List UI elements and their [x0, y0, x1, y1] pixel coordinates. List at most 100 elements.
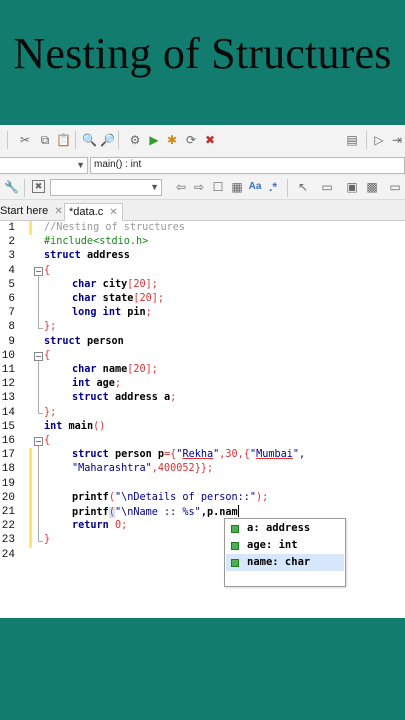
identifier: ,p.nam — [200, 507, 238, 518]
preprocessor: #include<stdio.h> — [44, 236, 149, 248]
find-icon[interactable]: 🔍 — [82, 133, 97, 147]
line-number: 5 — [8, 278, 15, 291]
fold-line-end — [38, 328, 43, 329]
line-number: 2 — [8, 236, 15, 249]
debug-run-icon[interactable]: ▷ — [372, 133, 386, 147]
settings-wrench-icon[interactable]: 🔧 — [4, 180, 19, 194]
scope-combo[interactable]: ▼ — [0, 157, 88, 174]
string: "\nName :: %s" — [114, 507, 201, 518]
autocomplete-item[interactable]: a: address — [226, 520, 344, 537]
code-line: char city[20]; — [72, 278, 158, 292]
code-line: "Maharashtra",400052}}; — [72, 462, 213, 476]
selected-text-icon[interactable]: ▦ — [230, 180, 244, 194]
line-number: 12 — [1, 378, 15, 391]
line-number: 1 — [8, 222, 15, 234]
toolbar-separator — [24, 179, 25, 197]
close-icon[interactable]: ✕ — [109, 207, 117, 218]
pointer-icon[interactable]: ↖ — [296, 180, 310, 194]
line-number: 21 — [1, 506, 15, 518]
grid-icon[interactable]: ▩ — [365, 180, 379, 194]
line-number: 14 — [1, 406, 15, 419]
fold-toggle-icon[interactable]: − — [34, 437, 43, 446]
punct: ); — [256, 491, 269, 503]
toolbar-separator — [118, 131, 119, 149]
tab-start-here[interactable]: Start here ✕ — [0, 203, 67, 220]
fold-line — [38, 361, 39, 413]
debug-window-icon[interactable]: ▤ — [345, 133, 359, 147]
line-number: 13 — [1, 392, 15, 405]
fold-toggle-icon[interactable]: − — [34, 352, 43, 361]
brace: { — [44, 264, 51, 276]
function-combo[interactable]: main() : int — [90, 157, 405, 174]
clear-search-icon[interactable]: ✖ — [32, 180, 45, 193]
autocomplete-item-label: a: address — [247, 522, 311, 534]
punct: () — [93, 420, 106, 432]
find-previous-icon[interactable]: ⇦ — [174, 180, 188, 194]
function-combo-value: main() : int — [94, 159, 142, 170]
type: char — [72, 364, 97, 375]
identifier: name — [96, 364, 128, 375]
string: Rekha — [182, 449, 214, 461]
string: "Maharashtra" — [72, 463, 152, 475]
brace: } — [44, 534, 51, 546]
block-icon[interactable]: ▭ — [320, 180, 334, 194]
punct: ]; — [151, 293, 165, 304]
number: 400052 — [157, 463, 195, 475]
keyword: struct — [72, 449, 109, 461]
line-number: 20 — [1, 491, 15, 504]
tab-data-c[interactable]: *data.c ✕ — [64, 203, 123, 221]
code-line: }; — [44, 320, 56, 334]
abort-icon[interactable]: ✖ — [203, 133, 217, 147]
autocomplete-item-label: age: int — [247, 539, 298, 551]
close-icon[interactable]: ✕ — [54, 206, 62, 217]
punct: ; — [121, 520, 128, 532]
code-line: struct person p={"Rekha",30,{"Mumbai", — [72, 448, 305, 462]
string: "\nDetails of person::" — [114, 491, 257, 503]
identifier: printf — [72, 491, 109, 503]
line-number: 16 — [1, 435, 15, 447]
build-run-icon[interactable]: ✱ — [165, 133, 179, 147]
type: int — [96, 307, 122, 319]
code-line: char name[20]; — [72, 363, 158, 377]
run-icon[interactable]: ▶ — [147, 133, 161, 147]
replace-icon[interactable]: 🔎 — [100, 133, 115, 147]
code-completion-toolbar: ▼ main() : int — [0, 156, 405, 176]
build-icon[interactable]: ⚙ — [128, 133, 142, 147]
code-line: { — [44, 349, 50, 363]
fold-toggle-icon[interactable]: − — [34, 267, 43, 276]
fold-line-end — [38, 541, 43, 542]
toolbar-separator — [366, 131, 367, 149]
fold-line — [38, 446, 39, 541]
autocomplete-item-label: name: char — [247, 556, 311, 568]
keyword: struct — [44, 250, 81, 262]
code-line: { — [44, 264, 50, 278]
fold-margin: − − − — [31, 221, 43, 618]
identifier: address — [80, 250, 130, 262]
string: ", — [292, 449, 306, 461]
copy-icon[interactable]: ⧉ — [38, 133, 52, 147]
member-icon — [231, 542, 239, 550]
line-number: 23 — [1, 534, 15, 547]
autocomplete-item[interactable]: age: int — [226, 537, 344, 554]
punct: ; — [145, 307, 152, 319]
autocomplete-item-selected[interactable]: name: char — [226, 554, 344, 571]
image-icon[interactable]: ▣ — [345, 180, 359, 194]
editor-tabs: Start here ✕ *data.c ✕ — [0, 200, 405, 221]
type: char — [72, 278, 97, 290]
code-line: struct address — [44, 249, 130, 263]
highlight-icon[interactable]: ☐ — [211, 180, 225, 194]
video-title: Nesting of Structures — [13, 29, 392, 78]
find-next-icon[interactable]: ⇨ — [192, 180, 206, 194]
cut-icon[interactable]: ✂ — [18, 133, 32, 147]
match-case-icon[interactable]: Aa — [248, 180, 262, 194]
fold-line-end — [38, 413, 43, 414]
punct: ]; — [145, 278, 158, 290]
paste-icon[interactable]: 📋 — [56, 133, 71, 147]
identifier: pin — [121, 307, 146, 319]
run-to-cursor-icon[interactable]: ⇥ — [390, 133, 404, 147]
member-icon — [231, 559, 239, 567]
regex-icon[interactable]: .* — [266, 180, 280, 194]
search-input[interactable]: ▼ — [50, 179, 162, 196]
panel-icon[interactable]: ▭ — [388, 180, 402, 194]
rebuild-icon[interactable]: ⟳ — [184, 133, 198, 147]
